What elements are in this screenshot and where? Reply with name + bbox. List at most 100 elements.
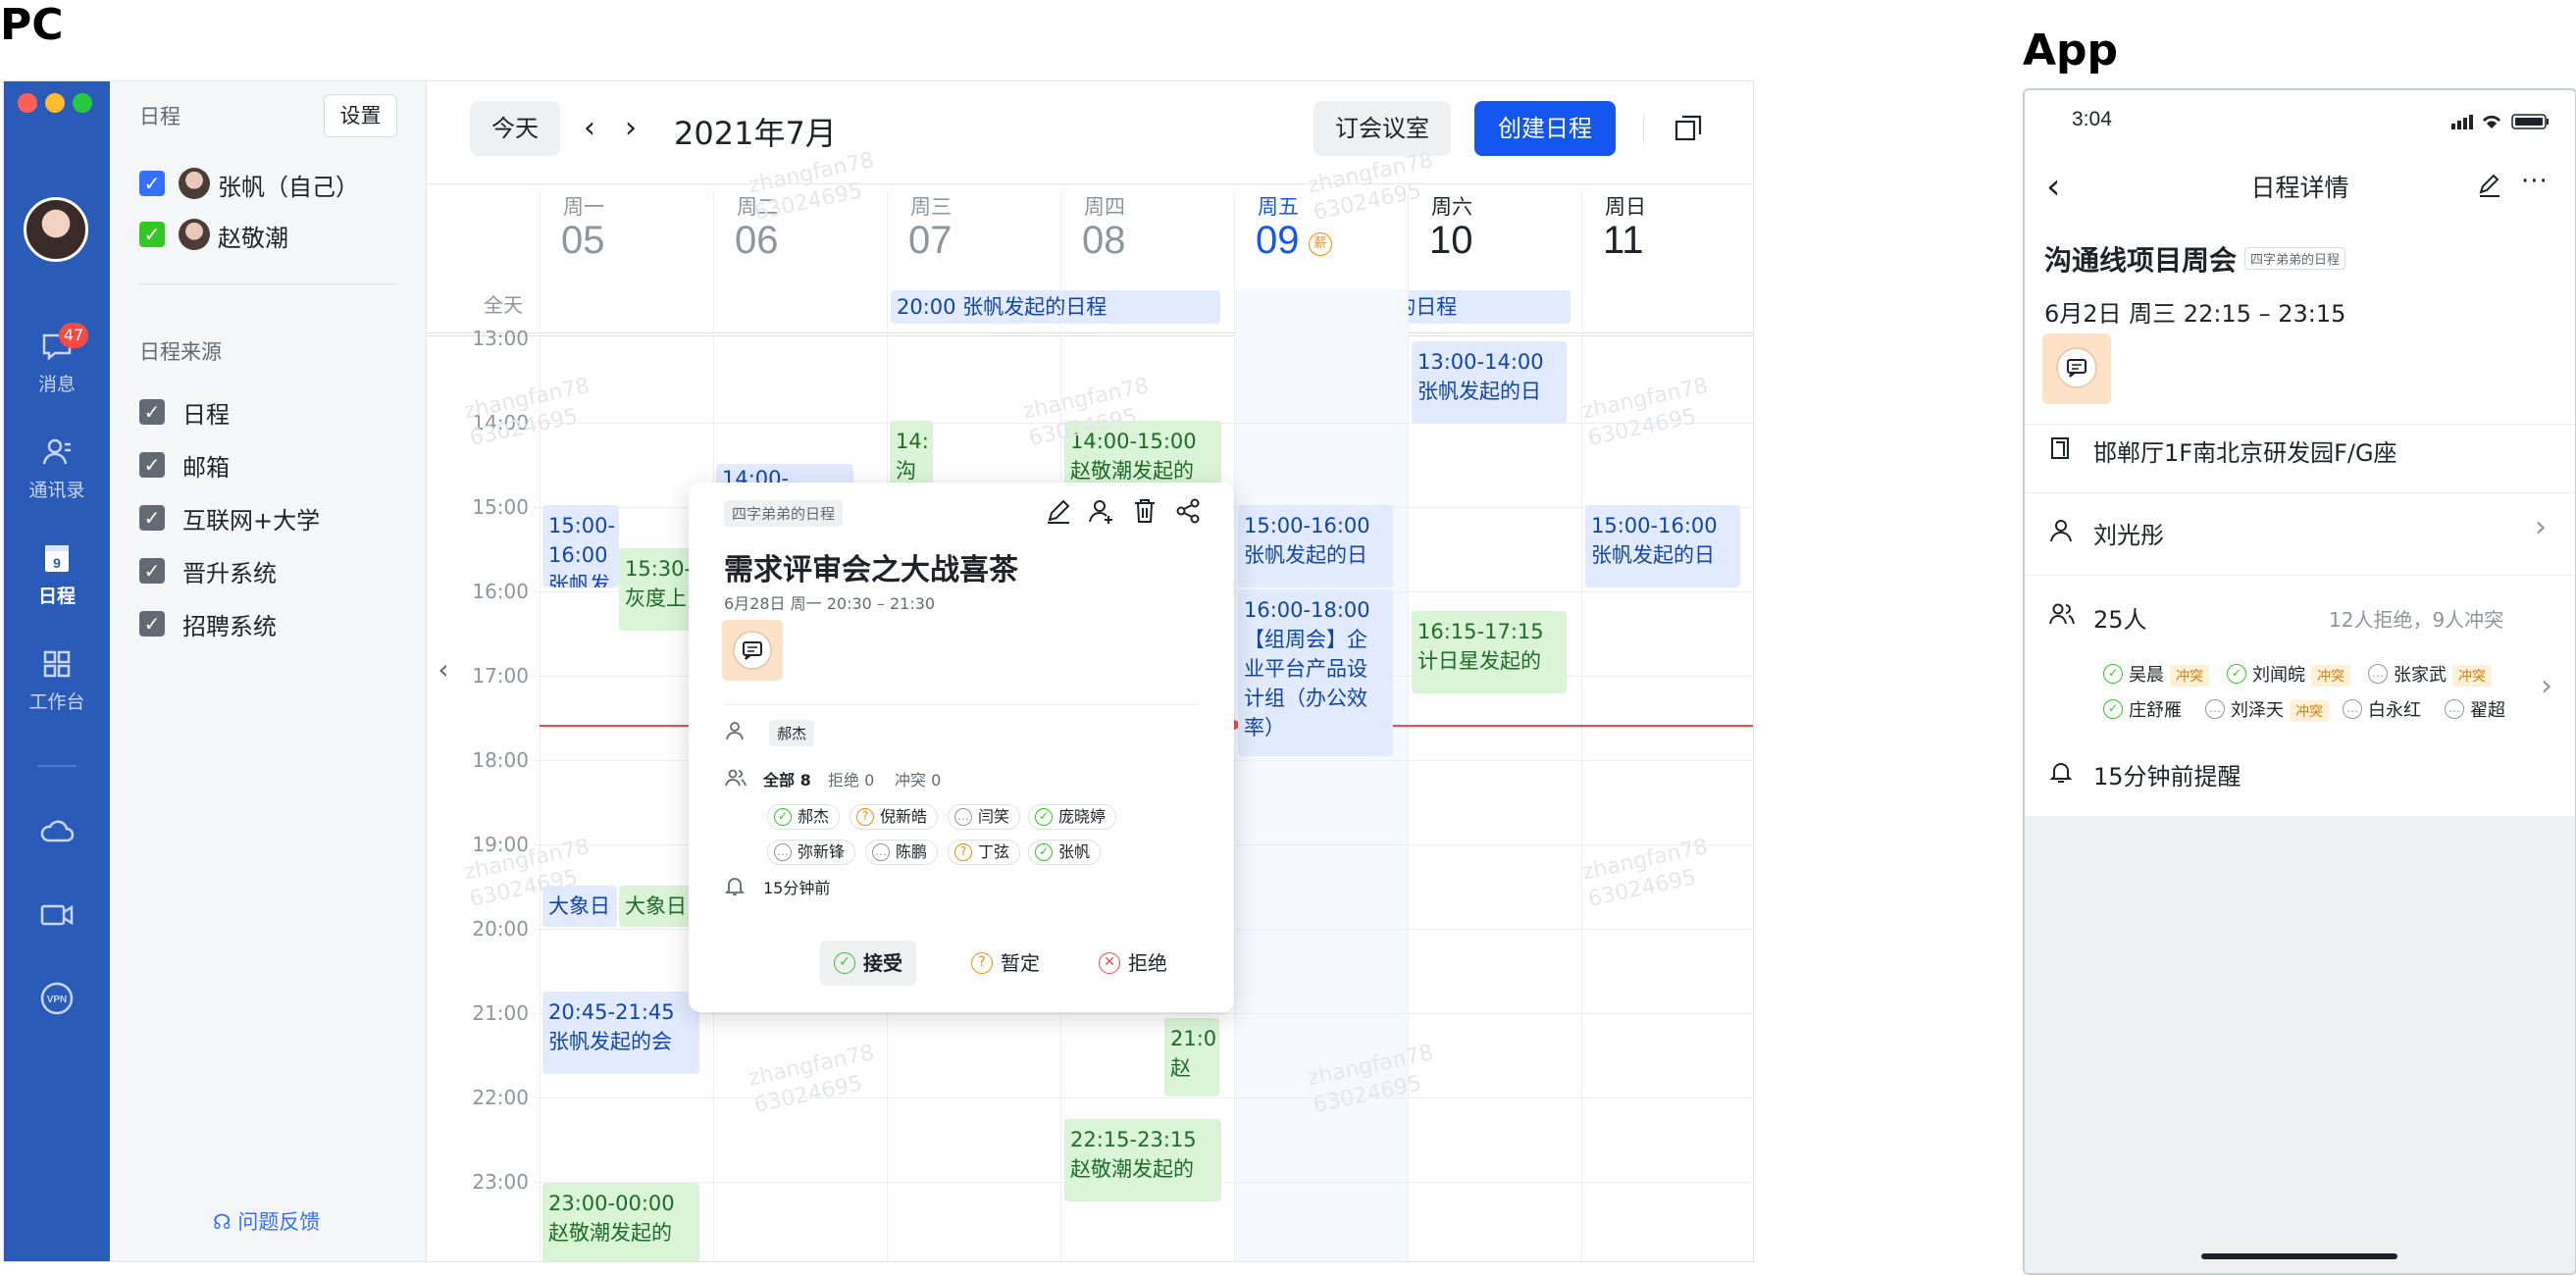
close-window-button[interactable]	[18, 93, 37, 113]
room-icon	[2051, 437, 2069, 459]
decline-button[interactable]: ✕ 拒绝	[1085, 941, 1181, 986]
attendee-name: 闫笑	[978, 807, 1010, 826]
attendee-chip[interactable]: … 弥新锋	[767, 840, 856, 865]
tentative-button[interactable]: ? 暂定	[957, 941, 1054, 986]
event-block[interactable]: 21:0 赵	[1164, 1018, 1219, 1096]
day-header-sun[interactable]: 周日 11	[1581, 191, 1753, 289]
source-label[interactable]: 日程	[182, 395, 230, 430]
attendee-chip[interactable]: … 翟超	[2445, 696, 2505, 722]
calendar-label-other[interactable]: 赵敬潮	[218, 219, 288, 253]
attendee-chip[interactable]: … 闫笑	[948, 804, 1021, 830]
tentative-label: 暂定	[1001, 951, 1040, 975]
attendee-chip[interactable]: … 刘泽天 冲突	[2205, 696, 2329, 722]
source-label[interactable]: 招聘系统	[182, 607, 277, 641]
calendar-checkbox-self[interactable]: ✓	[139, 171, 165, 196]
add-attendee-icon[interactable]	[1087, 496, 1116, 526]
attendee-chip[interactable]: ✓ 吴晨 冲突	[2103, 661, 2209, 687]
nav-workspace[interactable]: 工作台	[4, 644, 110, 714]
nav-contacts[interactable]: 通讯录	[4, 433, 110, 502]
video-icon[interactable]	[37, 895, 77, 935]
source-label[interactable]: 互联网+大学	[182, 501, 320, 536]
event-block[interactable]: 15:00-16:00 张帆发起	[542, 505, 619, 587]
check-icon: ✓	[834, 952, 855, 974]
nav-label: 通讯录	[28, 480, 85, 501]
attendee-chip[interactable]: ✓ 庞晓婷	[1028, 804, 1117, 830]
tentative-icon: ?	[856, 808, 874, 826]
create-event-button[interactable]: 创建日程	[1474, 101, 1616, 156]
event-block[interactable]: 15:00-16:00 张帆发起的日	[1585, 505, 1740, 587]
attendee-chip[interactable]: … 白永红	[2343, 696, 2421, 722]
attendee-chip[interactable]: ? 倪新皓	[850, 804, 939, 830]
day-header-wed[interactable]: 周三 07	[887, 191, 1059, 289]
current-month: 2021年7月	[674, 115, 837, 152]
cloud-icon[interactable]	[37, 812, 77, 851]
attendee-chip[interactable]: … 陈鹏	[865, 840, 939, 865]
chevron-right-icon[interactable]: ›	[2541, 669, 2552, 703]
event-block[interactable]: 20:45-21:45 张帆发起的会	[542, 992, 699, 1074]
edit-icon[interactable]	[1044, 496, 1073, 526]
collapse-sidebar-icon[interactable]: ‹	[429, 650, 458, 689]
settings-button[interactable]: 设置	[324, 94, 397, 137]
day-header-mon[interactable]: 周一 05	[540, 191, 712, 289]
pending-icon: …	[2205, 699, 2225, 719]
feedback-link[interactable]: ☊ 问题反馈	[213, 1206, 320, 1236]
allday-event[interactable]: 20:00 张帆发起的日程	[891, 290, 1220, 324]
popout-icon[interactable]	[1673, 113, 1704, 144]
nav-calendar[interactable]: 9 日程	[4, 538, 110, 608]
nav-messages[interactable]: 消息	[4, 327, 110, 396]
event-block[interactable]: 15:00-16:00 张帆发起的日	[1238, 505, 1393, 587]
weekday: 周日	[1605, 195, 1646, 219]
attendee-name: 庄舒雁	[2129, 700, 2182, 721]
attendee-chip[interactable]: ✓ 刘闻皖 冲突	[2227, 661, 2350, 687]
weekday: 周五	[1258, 195, 1299, 219]
source-checkbox[interactable]: ✓	[139, 505, 165, 531]
vpn-icon[interactable]: VPN	[37, 979, 77, 1018]
event-block[interactable]: 23:00-00:00 赵敬潮发起的	[542, 1183, 699, 1261]
chat-button[interactable]	[722, 620, 783, 681]
event-detail-popover: 四字弟弟的日程 需求评审会之大战喜茶 6月28日 周一 20:30 – 21:3…	[689, 483, 1234, 1012]
day-header-sat[interactable]: 周六 10	[1408, 191, 1580, 289]
accept-button[interactable]: ✓ 接受	[820, 941, 916, 986]
source-label[interactable]: 晋升系统	[182, 554, 277, 588]
decline-label: 拒绝	[1128, 951, 1167, 975]
nav-label: 工作台	[28, 691, 85, 713]
event-block[interactable]: 16:00-18:00 【组周会】企业平台产品设计组（办公效率）	[1238, 589, 1393, 756]
source-checkbox[interactable]: ✓	[139, 611, 165, 637]
source-checkbox[interactable]: ✓	[139, 452, 165, 478]
next-week-icon[interactable]: ›	[625, 111, 637, 145]
chevron-right-icon[interactable]: ›	[2535, 510, 2547, 544]
edit-icon[interactable]	[2476, 171, 2503, 198]
attendee-chip[interactable]: ✓ 庄舒雁	[2103, 696, 2182, 722]
divider	[2025, 492, 2575, 493]
today-button[interactable]: 今天	[470, 101, 560, 156]
delete-icon[interactable]	[1130, 496, 1159, 526]
calendar-checkbox-other[interactable]: ✓	[139, 222, 165, 247]
event-block[interactable]: 16:15-17:15 计日星发起的	[1412, 611, 1567, 693]
minimize-window-button[interactable]	[45, 93, 65, 113]
attendee-chip[interactable]: ✓ 郝杰	[767, 804, 841, 830]
attendee-name: 郝杰	[798, 807, 830, 826]
headset-icon: ☊	[213, 1210, 232, 1234]
user-avatar[interactable]	[24, 197, 88, 262]
organizer-name[interactable]: 刘光彤	[2093, 516, 2575, 550]
attendee-chip[interactable]: ? 丁弦	[948, 840, 1021, 865]
attendee-conflict: 冲突 0	[895, 771, 942, 790]
source-label[interactable]: 邮箱	[182, 448, 230, 483]
attendee-chip[interactable]: ✓ 张帆	[1028, 840, 1102, 865]
grid-line	[1581, 191, 1582, 1261]
event-time: 6月28日 周一 20:30 – 21:30	[724, 594, 936, 613]
source-checkbox[interactable]: ✓	[139, 558, 165, 584]
event-block[interactable]: 13:00-14:00 张帆发起的日	[1412, 341, 1567, 424]
event-block[interactable]: 22:15-23:15 赵敬潮发起的	[1064, 1119, 1221, 1201]
maximize-window-button[interactable]	[73, 93, 92, 113]
chat-button[interactable]	[2042, 333, 2111, 404]
source-checkbox[interactable]: ✓	[139, 399, 165, 425]
calendar-label-self[interactable]: 张帆（自己）	[218, 168, 359, 202]
pc-label: PC	[0, 0, 64, 50]
prev-week-icon[interactable]: ‹	[584, 111, 595, 145]
more-icon[interactable]: ···	[2521, 167, 2549, 196]
share-icon[interactable]	[1173, 496, 1203, 526]
day-header-thu[interactable]: 周四 08	[1060, 191, 1233, 289]
sidebar-title: 日程	[139, 105, 180, 128]
attendee-chip[interactable]: … 张家武 冲突	[2368, 661, 2492, 687]
